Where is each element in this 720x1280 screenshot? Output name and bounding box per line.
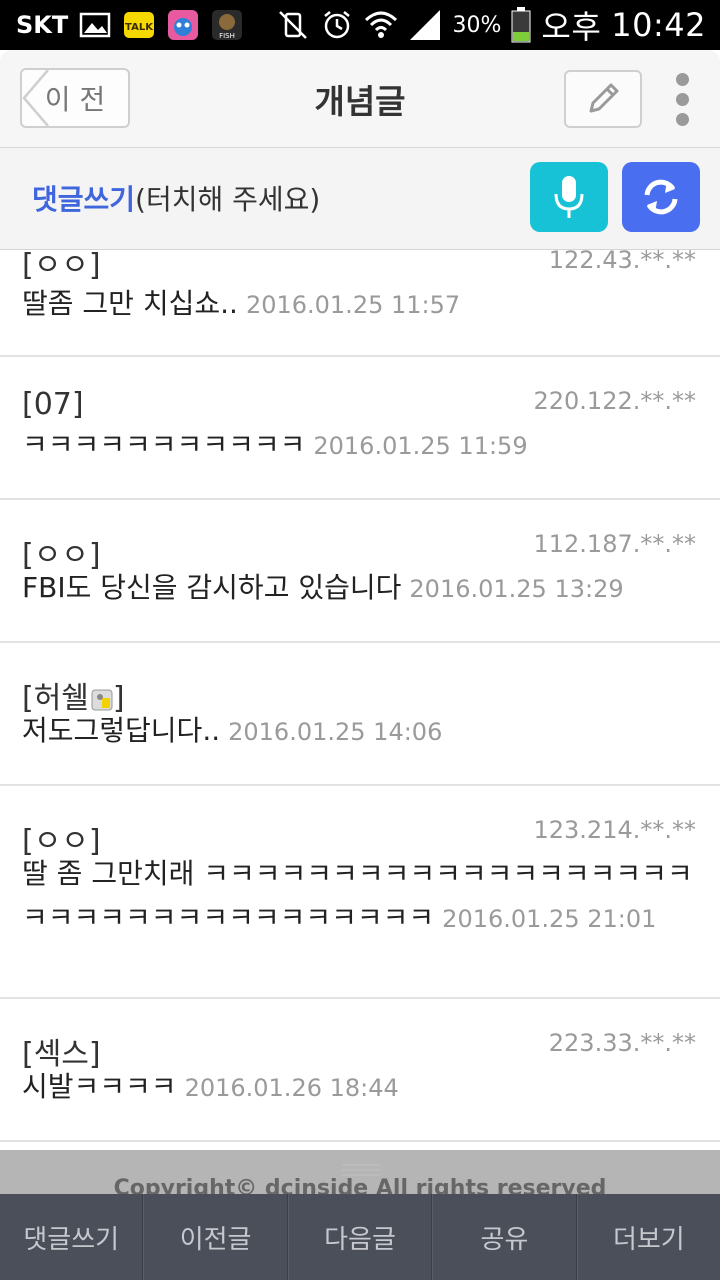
- comment-nickname: [07]: [22, 387, 84, 422]
- svg-text:TALK: TALK: [125, 22, 154, 33]
- overflow-dot-icon: [675, 92, 689, 106]
- back-button-label: 이 전: [44, 83, 106, 116]
- comment-body: FBI도 당신을 감시하고 있습니다 2016.01.25 13:29: [22, 566, 702, 611]
- tab-next-post[interactable]: 다음글: [287, 1194, 433, 1280]
- microphone-icon: [554, 176, 584, 218]
- overflow-dot-icon: [675, 72, 689, 86]
- comment-time: 2016.01.25 11:57: [245, 291, 461, 319]
- gallog-fixed-nick-icon: [91, 689, 113, 710]
- comment-ip: 123.214.**.**: [533, 816, 696, 844]
- pencil-icon: [589, 83, 619, 113]
- comment-body: 딸 좀 그만치래 ㅋㅋㅋㅋㅋㅋㅋㅋㅋㅋㅋㅋㅋㅋㅋㅋㅋㅋㅋㅋㅋㅋㅋㅋㅋㅋㅋㅋㅋㅋㅋ…: [22, 852, 702, 941]
- comment-text: 딸좀 그만 치십쇼..: [22, 287, 238, 320]
- copyright-text: Copyright© dcinside All rights reserved: [113, 1176, 607, 1194]
- list-item[interactable]: [ㅇㅇ] 123.214.**.** 딸 좀 그만치래 ㅋㅋㅋㅋㅋㅋㅋㅋㅋㅋㅋㅋ…: [0, 786, 720, 999]
- list-item[interactable]: [ㅇㅇ] 122.43.**.** 딸좀 그만 치십쇼.. 2016.01.25 …: [0, 250, 720, 357]
- comment-time: 2016.01.26 18:44: [184, 1074, 399, 1102]
- comment-time: 2016.01.25 11:59: [313, 432, 528, 460]
- battery-icon: [511, 7, 531, 43]
- comment-ip: 112.187.**.**: [533, 530, 696, 558]
- signal-icon: [410, 10, 441, 40]
- tab-more[interactable]: 더보기: [576, 1194, 720, 1280]
- comment-nickname: [ㅇㅇ]: [22, 250, 101, 283]
- comment-time: 2016.01.25 13:29: [409, 575, 624, 603]
- app-header: 이 전 개념글: [0, 50, 720, 148]
- fish-game-icon: FISH: [212, 10, 243, 40]
- comment-ip: 122.43.**.**: [548, 250, 696, 274]
- bottom-tab-bar: 댓글쓰기 이전글 다음글 공유 더보기: [0, 1194, 720, 1280]
- comment-text: ㅋㅋㅋㅋㅋㅋㅋㅋㅋㅋㅋ: [22, 428, 306, 461]
- tab-share[interactable]: 공유: [432, 1194, 577, 1280]
- comment-body: 저도그렇답니다.. 2016.01.25 14:06: [22, 709, 702, 754]
- comment-text: 시발ㅋㅋㅋㅋ: [22, 1070, 177, 1103]
- back-button[interactable]: 이 전: [20, 68, 130, 128]
- comment-time: 2016.01.25 14:06: [228, 718, 443, 746]
- carrier-label: SKT: [16, 11, 69, 39]
- comment-time: 2016.01.25 21:01: [442, 905, 657, 933]
- battery-percent: 30%: [452, 12, 502, 38]
- overflow-dot-icon: [675, 112, 689, 126]
- vibrate-off-icon: [279, 11, 308, 39]
- kakaotalk-icon: TALK: [124, 12, 154, 38]
- refresh-icon: [644, 179, 678, 215]
- comment-text: FBI도 당신을 감시하고 있습니다: [22, 571, 402, 604]
- comment-text: 저도그렇답니다..: [22, 714, 221, 747]
- list-item[interactable]: [허쉘] 저도그렇답니다.. 2016.01.25 14:06: [0, 643, 720, 786]
- footer-overlay: Copyright© dcinside All rights reserved: [0, 1150, 720, 1194]
- clock-time: 10:42: [611, 6, 706, 44]
- comment-input-bar[interactable]: 댓글쓰기(터치해 주세요): [0, 148, 720, 250]
- write-post-button[interactable]: [564, 70, 642, 128]
- alarm-icon: [324, 11, 351, 39]
- voice-input-button[interactable]: [530, 162, 608, 232]
- list-item[interactable]: [ㅇㅇ] 112.187.**.** FBI도 당신을 감시하고 있습니다 201…: [0, 500, 720, 643]
- wifi-icon: [365, 11, 398, 38]
- list-item[interactable]: [섹스] 223.33.**.** 시발ㅋㅋㅋㅋ 2016.01.26 18:44: [0, 999, 720, 1142]
- svg-text:FISH: FISH: [219, 32, 235, 40]
- comment-list[interactable]: [ㅇㅇ] 122.43.**.** 딸좀 그만 치십쇼.. 2016.01.25 …: [0, 250, 720, 1150]
- clock-ampm: 오후: [541, 8, 602, 46]
- comment-prompt[interactable]: 댓글쓰기(터치해 주세요): [32, 178, 320, 218]
- tab-previous-post[interactable]: 이전글: [143, 1194, 288, 1280]
- comment-hint: (터치해 주세요): [135, 183, 321, 216]
- gallery-icon: [80, 12, 111, 38]
- comment-body: 시발ㅋㅋㅋㅋ 2016.01.26 18:44: [22, 1065, 702, 1110]
- back-chevron-icon: [22, 69, 49, 127]
- status-bar: SKT TALK FISH 30% 오후 10:42: [0, 0, 720, 50]
- comment-ip: 223.33.**.**: [548, 1029, 696, 1057]
- app-icon: [168, 10, 199, 40]
- list-item[interactable]: [07] 220.122.**.** ㅋㅋㅋㅋㅋㅋㅋㅋㅋㅋㅋ 2016.01.25…: [0, 357, 720, 500]
- comment-write-label: 댓글쓰기: [32, 183, 136, 216]
- comment-body: ㅋㅋㅋㅋㅋㅋㅋㅋㅋㅋㅋ 2016.01.25 11:59: [22, 423, 702, 468]
- tab-write-comment[interactable]: 댓글쓰기: [0, 1194, 144, 1280]
- comment-body: 딸좀 그만 치십쇼.. 2016.01.25 11:57: [22, 282, 702, 327]
- overflow-menu-button[interactable]: [664, 70, 700, 128]
- refresh-button[interactable]: [622, 162, 700, 232]
- comment-ip: 220.122.**.**: [533, 387, 696, 415]
